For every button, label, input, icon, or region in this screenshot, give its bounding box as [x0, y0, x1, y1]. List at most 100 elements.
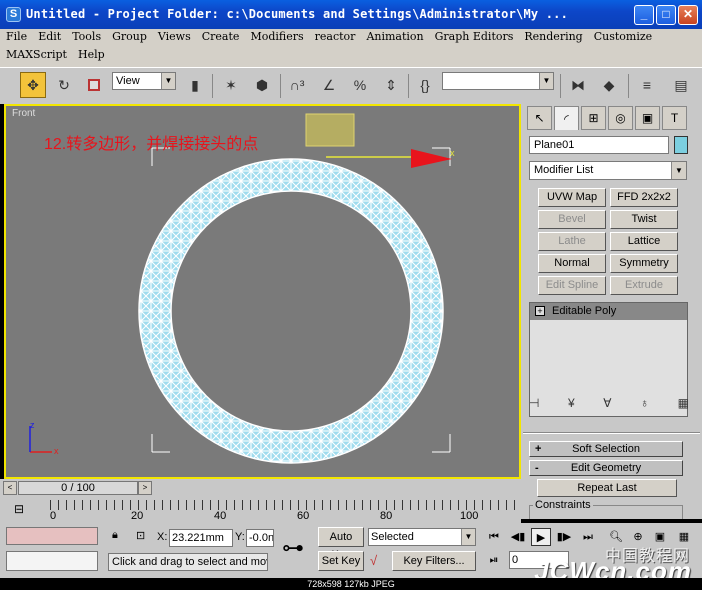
auto-key-button[interactable]: Auto Key	[318, 527, 364, 561]
chevron-right-icon[interactable]: >	[138, 481, 152, 495]
modifier-button-bevel[interactable]: Bevel	[538, 210, 606, 229]
object-name-field[interactable]: Plane01	[529, 136, 669, 154]
display-tab-icon[interactable]: ▣	[635, 106, 660, 130]
modifier-button-ffd[interactable]: FFD 2x2x2	[610, 188, 678, 207]
create-tab-icon[interactable]: ↖	[527, 106, 552, 130]
key-selection-dropdown[interactable]: Selected ▼	[368, 528, 476, 546]
absolute-mode-icon[interactable]: ⊡	[136, 529, 145, 542]
modifier-button-lattice[interactable]: Lattice	[610, 232, 678, 251]
selection-bracket	[432, 434, 451, 453]
modifier-button-uvw-map[interactable]: UVW Map	[538, 188, 606, 207]
time-slider-bar: < 0 / 100 >	[0, 479, 521, 497]
axis-x-label: x	[54, 446, 59, 456]
constraints-label: Constraints	[533, 499, 593, 511]
rotate-icon[interactable]: ↻	[51, 72, 77, 98]
angle-snap-icon[interactable]: ∠	[316, 72, 342, 98]
rollout-soft-selection[interactable]: + Soft Selection	[529, 441, 683, 457]
key-filters-button[interactable]: Key Filters...	[392, 551, 476, 571]
hierarchy-tab-icon[interactable]: ⊞	[581, 106, 606, 130]
expand-icon[interactable]: +	[535, 306, 545, 316]
keyboard-shortcut-icon[interactable]: ⬢	[249, 72, 275, 98]
chevron-down-icon: ▼	[671, 162, 686, 179]
modifier-button-twist[interactable]: Twist	[610, 210, 678, 229]
menu-create[interactable]: Create	[202, 30, 240, 47]
layer-icon[interactable]: ≡	[634, 72, 660, 98]
manipulate-icon[interactable]: ✶	[218, 72, 244, 98]
mirror-icon[interactable]: ⧓	[565, 72, 591, 98]
menu-rendering[interactable]: Rendering	[524, 30, 582, 47]
configure-modifier-sets-icon[interactable]: ▦	[678, 396, 689, 414]
pin-stack-icon[interactable]: ⊣	[529, 396, 539, 414]
pivot-icon[interactable]: ▮	[182, 72, 208, 98]
maximize-button[interactable]: □	[656, 5, 676, 25]
align-icon[interactable]: ◆	[596, 72, 622, 98]
menu-customize[interactable]: Customize	[594, 30, 652, 47]
scale-icon[interactable]	[81, 72, 107, 98]
modifier-button-extrude[interactable]: Extrude	[610, 276, 678, 295]
snap3-icon[interactable]: ∩³	[284, 72, 310, 98]
menu-row-2: MAXScript Help	[6, 48, 105, 65]
app-icon[interactable]: S	[6, 7, 21, 22]
track-tick-label: 40	[214, 510, 227, 522]
default-tangent-icon[interactable]: √	[370, 553, 377, 568]
reference-coordinate-select[interactable]: View ▼	[112, 72, 176, 90]
make-unique-icon[interactable]: ∀	[603, 396, 611, 414]
chevron-down-icon: ▼	[161, 73, 175, 89]
menu-tools[interactable]: Tools	[72, 30, 101, 47]
maxscript-input-mini[interactable]	[6, 551, 98, 571]
menu-maxscript[interactable]: MAXScript	[6, 48, 67, 65]
edit-named-selection-icon[interactable]: {}	[412, 72, 438, 98]
x-coordinate-field[interactable]: 23.221mm	[169, 529, 233, 547]
set-key-button[interactable]: Set Key	[318, 551, 364, 571]
key-mode-icon[interactable]: ⊶	[274, 535, 312, 563]
track-view-icon[interactable]: ▤	[668, 72, 694, 98]
menu-views[interactable]: Views	[158, 30, 191, 47]
rollout-toggle: -	[535, 462, 539, 474]
tutorial-annotation: 12.转多边形，并焊接接头的点	[44, 136, 259, 153]
remove-modifier-icon[interactable]: ♁	[640, 396, 649, 414]
menu-animation[interactable]: Animation	[366, 30, 423, 47]
show-end-result-icon[interactable]: ¥	[568, 396, 575, 414]
maxscript-listener-mini[interactable]	[6, 527, 98, 545]
time-slider[interactable]: 0 / 100	[18, 481, 138, 495]
named-selection-set[interactable]: ▼	[442, 72, 554, 90]
menu-reactor[interactable]: reactor	[315, 30, 356, 47]
motion-tab-icon[interactable]: ◎	[608, 106, 633, 130]
menu-modifiers[interactable]: Modifiers	[250, 30, 303, 47]
track-ticks	[50, 500, 521, 510]
key-mode-toggle-icon[interactable]: ⏯	[484, 551, 504, 569]
y-coordinate-field[interactable]: -0.0n	[246, 529, 274, 547]
minimize-button[interactable]: _	[634, 5, 654, 25]
menu-edit[interactable]: Edit	[38, 30, 61, 47]
menu-graph-editors[interactable]: Graph Editors	[435, 30, 514, 47]
front-viewport[interactable]: Front x 12.转多边形，并焊接接头的点 x z	[4, 104, 521, 479]
goto-start-icon[interactable]: ⏮	[484, 528, 504, 546]
modify-tab-icon[interactable]: ◜	[554, 106, 579, 130]
lock-selection-icon[interactable]: 🔒︎	[112, 529, 118, 542]
curve-editor-icon[interactable]: ⊟	[14, 502, 24, 516]
modifier-button-normal[interactable]: Normal	[538, 254, 606, 273]
modifier-list-dropdown[interactable]: Modifier List ▼	[529, 161, 687, 180]
repeat-last-button[interactable]: Repeat Last	[537, 479, 677, 497]
close-button[interactable]: ✕	[678, 5, 698, 25]
track-bar[interactable]: ⊟ 0 20 40 60 80 100	[0, 497, 521, 523]
stack-item-editable-poly[interactable]: + Editable Poly	[530, 303, 687, 320]
modifier-button-edit-spline[interactable]: Edit Spline	[538, 276, 606, 295]
track-tick-label: 80	[380, 510, 393, 522]
stack-toolbar: ⊣ ¥ ∀ ♁ ▦	[529, 396, 689, 414]
modifier-button-symmetry[interactable]: Symmetry	[610, 254, 678, 273]
menu-group[interactable]: Group	[112, 30, 147, 47]
rollout-edit-geometry[interactable]: - Edit Geometry	[529, 460, 683, 476]
spinner-snap-icon[interactable]: ⇕	[378, 72, 404, 98]
percent-snap-icon[interactable]: %	[347, 72, 373, 98]
axis-z-label: z	[30, 420, 35, 430]
menu-file[interactable]: File	[6, 30, 27, 47]
chevron-down-icon: ▼	[539, 73, 553, 89]
select-move-icon[interactable]: ✥	[20, 72, 46, 98]
chevron-left-icon[interactable]: <	[3, 481, 17, 495]
viewport-canvas: x	[29, 113, 455, 464]
utilities-tab-icon[interactable]: T	[662, 106, 687, 130]
object-color-swatch[interactable]	[674, 136, 688, 154]
menu-help[interactable]: Help	[78, 48, 105, 65]
modifier-button-lathe[interactable]: Lathe	[538, 232, 606, 251]
